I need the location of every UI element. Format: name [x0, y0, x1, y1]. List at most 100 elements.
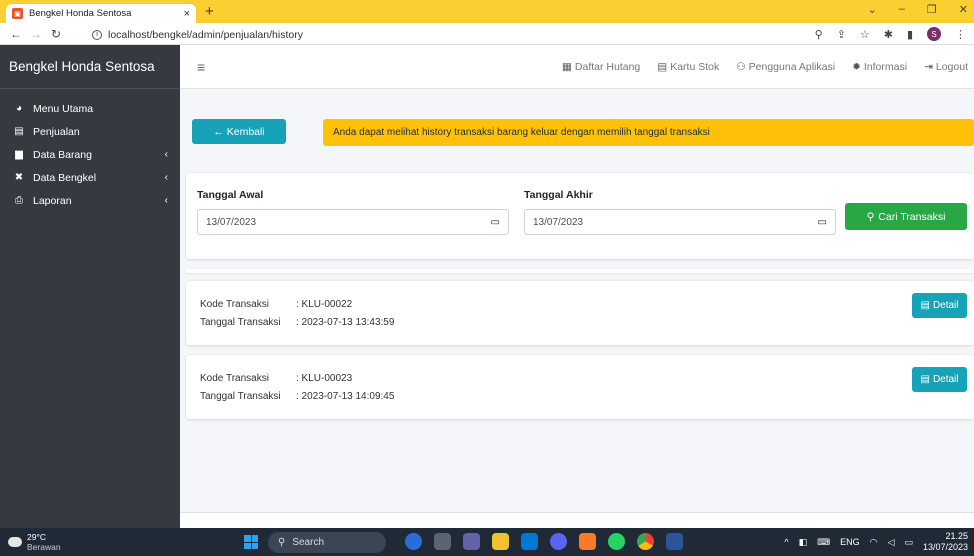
browser-tab-bar: ▣ Bengkel Honda Sentosa × + ⌄ – ❐ ✕ [0, 0, 974, 23]
tab-list-icon[interactable]: ⌄ [868, 3, 877, 16]
hamburger-menu-icon[interactable]: ≡ [197, 59, 205, 75]
transaction-card: Kode Transaksi : KLU-00023 Tanggal Trans… [186, 355, 974, 419]
start-date-input[interactable]: 13/07/2023 ▭ [197, 209, 509, 235]
language-indicator[interactable]: ENG [840, 537, 860, 547]
taskbar-search[interactable]: ⚲ Search [268, 532, 386, 553]
detail-button-label: Detail [932, 374, 959, 385]
users-icon: ⚇ [736, 61, 746, 73]
gear-icon: ✹ [852, 61, 861, 73]
sidebar-item-data-barang[interactable]: ▆ Data Barang ‹ [0, 143, 180, 166]
clock[interactable]: 21.25 13/07/2023 [923, 531, 968, 553]
weather-widget[interactable]: 29°C Berawan [8, 532, 61, 552]
favicon-icon: ▣ [12, 8, 23, 19]
app-xampp-icon[interactable] [579, 533, 596, 550]
reload-icon[interactable]: ↻ [46, 27, 66, 41]
app-bing-icon[interactable] [405, 533, 422, 550]
tray-app-icon[interactable]: ◧ [799, 537, 808, 548]
calendar-icon[interactable]: ▭ [491, 217, 500, 228]
back-icon[interactable]: ← [6, 27, 26, 41]
detail-button[interactable]: ▤ Detail [912, 293, 967, 318]
start-date-value: 13/07/2023 [206, 216, 257, 228]
transaction-code-value: : KLU-00022 [296, 299, 353, 310]
main-content: ← Kembali Anda dapat melihat history tra… [180, 89, 974, 528]
os-taskbar: 29°C Berawan ⚲ Search ^ ◧ ⌨ ENG ◠ ◁ ▭ 21… [0, 528, 974, 556]
sidebar-item-data-bengkel[interactable]: ✖ Data Bengkel ‹ [0, 166, 180, 189]
back-button[interactable]: ← Kembali [192, 119, 286, 144]
sign-out-icon: ⇥ [924, 61, 933, 73]
profile-avatar[interactable]: S [927, 27, 941, 41]
app-whatsapp-icon[interactable] [608, 533, 625, 550]
extensions-icon[interactable]: ✱ [884, 28, 893, 41]
transaction-date-row: Tanggal Transaksi : 2023-07-13 13:43:59 [200, 317, 394, 328]
address-bar: ← → ↻ i localhost/bengkel/admin/penjuala… [0, 23, 974, 45]
site-info-icon[interactable]: i [92, 29, 102, 40]
close-window-icon[interactable]: ✕ [959, 3, 968, 16]
forward-icon[interactable]: → [26, 27, 46, 41]
sidebar-item-label: Laporan [33, 194, 72, 207]
app-discord-icon[interactable] [550, 533, 567, 550]
nav-label: Kartu Stok [670, 61, 720, 73]
nav-label: Informasi [863, 61, 908, 73]
sidebar-item-menu-utama[interactable]: ◕ Menu Utama [0, 97, 180, 120]
search-transaction-button[interactable]: ⚲ Cari Transaksi [845, 203, 967, 230]
browser-menu-icon[interactable]: ⋮ [955, 28, 966, 41]
sidepanel-icon[interactable]: ▮ [907, 28, 913, 41]
transaction-date-label: Tanggal Transaksi [200, 317, 281, 328]
sidebar-item-laporan[interactable]: ⎙ Laporan ‹ [0, 189, 180, 212]
system-tray: ^ ◧ ⌨ ENG ◠ ◁ ▭ 21.25 13/07/2023 [784, 531, 968, 553]
wifi-icon[interactable]: ◠ [870, 537, 878, 548]
zoom-icon[interactable]: ⚲ [815, 28, 823, 41]
end-date-label: Tanggal Akhir [524, 189, 593, 201]
app-vscode-icon[interactable] [521, 533, 538, 550]
browser-tab[interactable]: ▣ Bengkel Honda Sentosa × [6, 4, 196, 23]
end-date-value: 13/07/2023 [533, 216, 584, 228]
file-icon: ▤ [14, 126, 24, 137]
app-word-icon[interactable] [666, 533, 683, 550]
address-actions: ⚲ ⇪ ☆ ✱ ▮ S ⋮ [815, 27, 966, 41]
sidebar-menu: ◕ Menu Utama ▤ Penjualan ▆ Data Barang ‹… [0, 89, 180, 212]
battery-icon[interactable]: ▭ [904, 537, 913, 548]
nav-label: Logout [935, 61, 968, 73]
calendar-icon: ▦ [561, 61, 572, 73]
nav-logout[interactable]: ⇥ Logout [924, 61, 968, 73]
detail-button[interactable]: ▤ Detail [912, 367, 967, 392]
transaction-code-row: Kode Transaksi : KLU-00023 [200, 373, 352, 384]
transaction-code-label: Kode Transaksi [200, 299, 269, 310]
nav-pengguna-aplikasi[interactable]: ⚇ Pengguna Aplikasi [736, 61, 835, 73]
tab-title: Bengkel Honda Sentosa [29, 8, 132, 19]
nav-daftar-hutang[interactable]: ▦ Daftar Hutang [562, 61, 640, 73]
sidebar-item-label: Data Barang [33, 148, 92, 161]
app-taskview-icon[interactable] [434, 533, 451, 550]
app-chrome-icon[interactable] [637, 533, 654, 550]
minimize-icon[interactable]: – [899, 3, 905, 16]
keyboard-icon[interactable]: ⌨ [817, 537, 830, 548]
app-teams-icon[interactable] [463, 533, 480, 550]
end-date-input[interactable]: 13/07/2023 ▭ [524, 209, 836, 235]
volume-icon[interactable]: ◁ [888, 537, 895, 548]
bookmark-star-icon[interactable]: ☆ [860, 28, 870, 41]
top-navbar: ≡ ▦ Daftar Hutang ▤ Kartu Stok ⚇ Pengguna A… [180, 45, 974, 89]
transaction-date-value: : 2023-07-13 13:43:59 [296, 317, 395, 328]
restore-icon[interactable]: ❐ [927, 3, 937, 16]
file-icon: ▤ [920, 374, 930, 385]
nav-kartu-stok[interactable]: ▤ Kartu Stok [657, 61, 719, 73]
chevron-up-icon[interactable]: ^ [784, 537, 788, 547]
brand-title[interactable]: Bengkel Honda Sentosa [0, 45, 180, 89]
sidebar-item-penjualan[interactable]: ▤ Penjualan [0, 120, 180, 143]
share-icon[interactable]: ⇪ [837, 28, 846, 41]
new-tab-button[interactable]: + [205, 3, 214, 20]
search-button-label: Cari Transaksi [878, 210, 946, 223]
tab-close-icon[interactable]: × [184, 8, 190, 20]
app-explorer-icon[interactable] [492, 533, 509, 550]
url-field[interactable]: i localhost/bengkel/admin/penjualan/hist… [92, 27, 822, 42]
calendar-icon[interactable]: ▭ [818, 217, 827, 228]
transaction-card: Kode Transaksi : KLU-00022 Tanggal Trans… [186, 281, 974, 345]
nav-informasi[interactable]: ✹ Informasi [852, 61, 907, 73]
transaction-date-row: Tanggal Transaksi : 2023-07-13 14:09:45 [200, 391, 394, 402]
clock-time: 21.25 [945, 531, 968, 541]
sidebar-item-label: Penjualan [33, 125, 80, 138]
transaction-code-label: Kode Transaksi [200, 373, 269, 384]
windows-start-icon[interactable] [244, 535, 258, 549]
sidebar-item-label: Data Bengkel [33, 171, 97, 184]
clock-date: 13/07/2023 [922, 542, 968, 552]
